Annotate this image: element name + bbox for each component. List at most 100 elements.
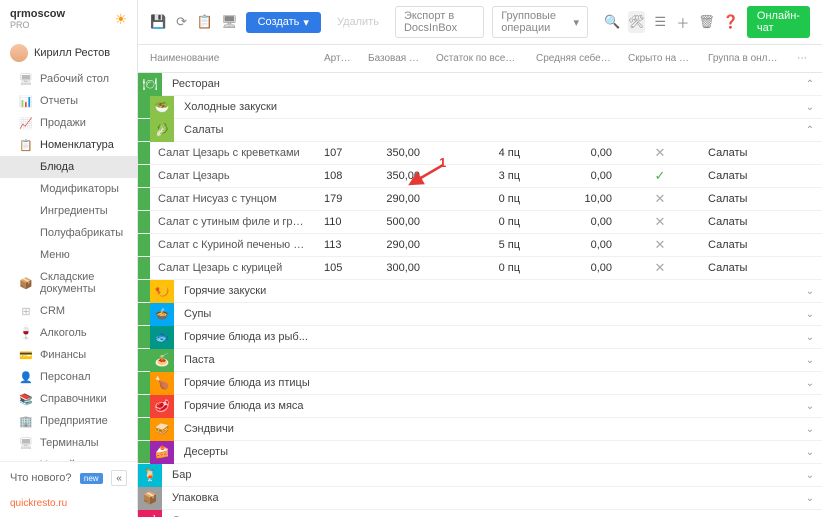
nav-icon: 🍷: [20, 327, 32, 339]
item-name: Салат Цезарь: [150, 170, 316, 182]
item-article: 105: [316, 262, 360, 274]
nav-label: Предприятие: [40, 415, 108, 427]
chevron-icon[interactable]: ⌄: [798, 401, 822, 412]
sun-icon[interactable]: ☀: [114, 11, 127, 28]
sidebar-item[interactable]: 📋Номенклатура: [0, 134, 137, 156]
col-name[interactable]: Наименование: [138, 53, 316, 64]
delete-button[interactable]: Удалить: [329, 12, 387, 32]
sidebar-item[interactable]: 📊Отчеты: [0, 90, 137, 112]
col-price[interactable]: Базовая цена, ₽: [360, 53, 428, 64]
save-icon[interactable]: 💾: [150, 11, 166, 33]
chevron-icon[interactable]: ⌄: [798, 332, 822, 343]
sidebar-item[interactable]: ⊞CRM: [0, 300, 137, 322]
sidebar-item[interactable]: 💳Финансы: [0, 344, 137, 366]
col-art[interactable]: Артикул: [316, 53, 360, 64]
sidebar-item[interactable]: Ингредиенты: [0, 200, 137, 222]
category-row[interactable]: 🍝Паста⌄: [138, 349, 822, 372]
category-row[interactable]: 🍹Бар⌄: [138, 464, 822, 487]
refresh-icon[interactable]: ⟳: [174, 11, 189, 33]
sidebar-item[interactable]: 🖥Терминалы: [0, 432, 137, 454]
sidebar-item[interactable]: 📈Продажи: [0, 112, 137, 134]
category-label: Холодные закуски: [174, 101, 798, 113]
sidebar-item[interactable]: 🖥Рабочий стол: [0, 68, 137, 90]
chevron-icon[interactable]: ⌄: [798, 447, 822, 458]
item-cost: 0,00: [528, 170, 620, 182]
col-cost[interactable]: Средняя себестоимость...: [528, 53, 620, 64]
category-row[interactable]: 🥪Сэндвичи⌄: [138, 418, 822, 441]
sidebar-item[interactable]: 👤Персонал: [0, 366, 137, 388]
item-cost: 0,00: [528, 262, 620, 274]
sidebar-item[interactable]: 📦Складские документы: [0, 266, 137, 300]
item-hidden-icon[interactable]: ✓: [620, 168, 700, 184]
create-button[interactable]: Создать▾: [246, 12, 321, 33]
chevron-icon[interactable]: ⌄: [798, 470, 822, 481]
item-row[interactable]: Салат с утиным филе и грейп...110500,000…: [138, 211, 822, 234]
copy-icon[interactable]: 📋: [197, 11, 213, 33]
sidebar-item[interactable]: 🍷Алкоголь: [0, 322, 137, 344]
item-hidden-icon[interactable]: ✕: [620, 191, 700, 207]
footer-link[interactable]: quickresto.ru: [0, 494, 137, 517]
item-stock: 5 пц: [428, 239, 528, 251]
chevron-icon[interactable]: ⌄: [798, 309, 822, 320]
category-row[interactable]: 🥗Холодные закуски⌄: [138, 96, 822, 119]
category-row[interactable]: 🥩Горячие блюда из мяса⌄: [138, 395, 822, 418]
item-row[interactable]: Салат Нисуаз с тунцом179290,000 пц10,00✕…: [138, 188, 822, 211]
online-chat-button[interactable]: Онлайн-чат: [747, 6, 810, 38]
category-row[interactable]: 🍤Горячие закуски⌄: [138, 280, 822, 303]
category-row[interactable]: 🍲Супы⌄: [138, 303, 822, 326]
item-hidden-icon[interactable]: ✕: [620, 260, 700, 276]
category-row[interactable]: 🍰Десерты⌄: [138, 441, 822, 464]
user-row[interactable]: Кирилл Рестов: [0, 38, 137, 68]
item-hidden-icon[interactable]: ✕: [620, 145, 700, 161]
category-row[interactable]: 🍽Ресторан⌃: [138, 73, 822, 96]
search-icon[interactable]: 🔍: [604, 11, 620, 33]
tools-icon[interactable]: 🛠: [628, 11, 645, 33]
sidebar-item[interactable]: Меню: [0, 244, 137, 266]
chevron-icon[interactable]: ⌄: [798, 102, 822, 113]
category-row[interactable]: 📦Упаковка⌄: [138, 487, 822, 510]
chevron-icon[interactable]: ⌄: [798, 355, 822, 366]
sidebar-item[interactable]: 🏢Предприятие: [0, 410, 137, 432]
item-group: Салаты: [700, 216, 790, 228]
item-price: 500,00: [360, 216, 428, 228]
item-hidden-icon[interactable]: ✕: [620, 214, 700, 230]
category-row[interactable]: 🍗Горячие блюда из птицы⌄: [138, 372, 822, 395]
category-row[interactable]: 🐟Горячие блюда из рыб...⌄: [138, 326, 822, 349]
chevron-icon[interactable]: ⌄: [798, 424, 822, 435]
sidebar-item[interactable]: ⚙Устройства: [0, 454, 137, 461]
more-columns-icon[interactable]: ⋯: [790, 53, 814, 64]
sidebar-item[interactable]: Модификаторы: [0, 178, 137, 200]
list-icon[interactable]: ☰: [653, 11, 668, 33]
chevron-icon[interactable]: ⌃: [798, 125, 822, 136]
item-row[interactable]: Салат Цезарь с креветками107350,004 пц0,…: [138, 142, 822, 165]
item-row[interactable]: Салат Цезарь108350,003 пц0,00✓Салаты: [138, 165, 822, 188]
org-header[interactable]: qrmoscow PRO ☀: [0, 0, 137, 38]
chevron-down-icon: ▾: [574, 16, 580, 29]
collapse-sidebar-icon[interactable]: «: [111, 470, 127, 486]
trash-icon[interactable]: 🗑: [698, 11, 715, 33]
sidebar-item[interactable]: 📚Справочники: [0, 388, 137, 410]
nav-icon: 👤: [20, 371, 32, 383]
chevron-icon[interactable]: ⌄: [798, 378, 822, 389]
chevron-icon[interactable]: ⌃: [798, 79, 822, 90]
device-icon[interactable]: 🖥: [221, 11, 238, 33]
help-icon[interactable]: ❓: [723, 11, 739, 33]
sidebar-item[interactable]: Блюда: [0, 156, 137, 178]
chevron-down-icon: ▾: [303, 16, 309, 29]
col-hidden[interactable]: Скрыто на терминалах: [620, 53, 700, 64]
export-button[interactable]: Экспорт в DocsInBox: [395, 6, 484, 38]
add-icon[interactable]: ＋: [676, 11, 691, 33]
item-hidden-icon[interactable]: ✕: [620, 237, 700, 253]
item-row[interactable]: Салат Цезарь с курицей105300,000 пц0,00✕…: [138, 257, 822, 280]
category-row[interactable]: 🌶Допы⌄: [138, 510, 822, 517]
category-row[interactable]: 🥬Салаты⌃: [138, 119, 822, 142]
item-row[interactable]: Салат с Куриной печенью и гр...113290,00…: [138, 234, 822, 257]
news-link[interactable]: Что нового?: [10, 472, 71, 484]
col-stock[interactable]: Остаток по всем складам,...: [428, 53, 528, 64]
col-group[interactable]: Группа в онлайн-меню: [700, 53, 790, 64]
category-label: Горячие блюда из птицы: [174, 377, 798, 389]
chevron-icon[interactable]: ⌄: [798, 286, 822, 297]
group-ops-button[interactable]: Групповые операции▾: [492, 6, 588, 38]
sidebar-item[interactable]: Полуфабрикаты: [0, 222, 137, 244]
chevron-icon[interactable]: ⌄: [798, 493, 822, 504]
